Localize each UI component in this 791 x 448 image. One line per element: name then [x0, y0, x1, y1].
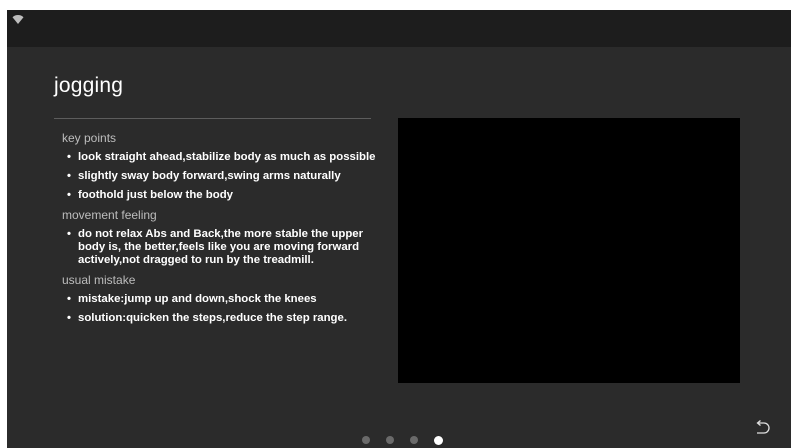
key-points-list: look straight ahead,stabilize body as mu…	[62, 151, 392, 202]
list-item: slightly sway body forward,swing arms na…	[67, 170, 392, 183]
section-heading-movement-feeling: movement feeling	[62, 208, 157, 222]
wifi-icon	[12, 15, 24, 24]
list-item: look straight ahead,stabilize body as mu…	[67, 151, 392, 164]
section-heading-key-points: key points	[62, 131, 117, 145]
movement-feeling-list: do not relax Abs and Back,the more stabl…	[62, 228, 392, 267]
screen: jogging key points look straight ahead,s…	[7, 10, 791, 448]
divider	[54, 118, 371, 119]
status-bar	[7, 10, 791, 47]
page-dot[interactable]	[410, 436, 418, 444]
page-dot[interactable]	[362, 436, 370, 444]
list-item: foothold just below the body	[67, 189, 392, 202]
instructions-panel: key points look straight ahead,stabilize…	[62, 131, 392, 331]
list-item: solution:quicken the steps,reduce the st…	[67, 312, 392, 325]
usual-mistake-list: mistake:jump up and down,shock the knees…	[62, 293, 392, 325]
page-dot-active[interactable]	[434, 435, 443, 445]
video-player[interactable]	[398, 118, 740, 383]
section-heading-usual-mistake: usual mistake	[62, 273, 136, 287]
page-title: jogging	[54, 74, 124, 97]
page-dot[interactable]	[386, 436, 394, 444]
list-item: mistake:jump up and down,shock the knees	[67, 293, 392, 306]
back-icon[interactable]	[753, 420, 771, 436]
page-indicator	[362, 435, 443, 445]
list-item: do not relax Abs and Back,the more stabl…	[67, 228, 392, 267]
